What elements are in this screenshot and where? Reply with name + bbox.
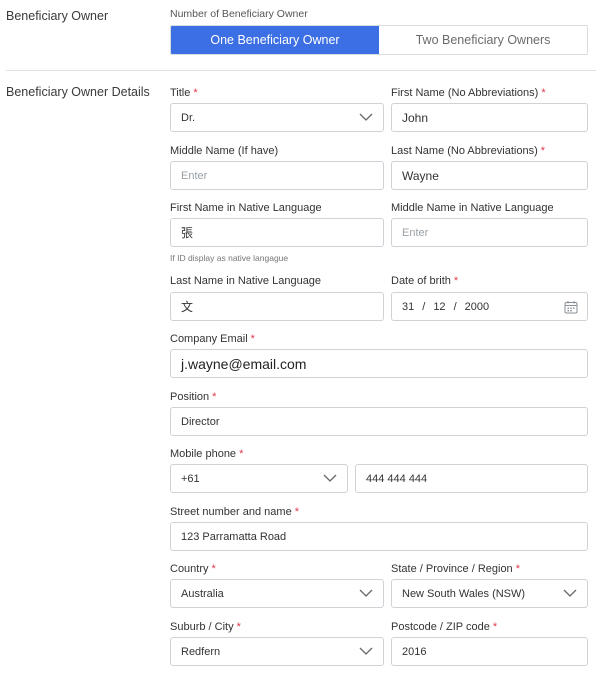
dob-separator: / [422,300,426,313]
chevron-down-icon [359,647,373,655]
required-marker: * [239,448,244,460]
last-name-native-label: Last Name in Native Language [170,275,322,287]
phone-number-value: 444 444 444 [366,472,428,485]
required-marker: * [250,333,255,345]
country-value: Australia [181,587,224,600]
required-marker: * [211,563,216,575]
position-value: Director [181,415,220,428]
dob-year: 2000 [464,300,490,313]
middle-name-placeholder: Enter [181,169,208,182]
first-name-native-input[interactable]: 張 [170,218,384,247]
title-select[interactable]: Dr. [170,103,384,132]
title-value: Dr. [181,111,196,124]
dob-label: Date of brith * [391,275,459,287]
section-label-beneficiary-owner: Beneficiary Owner [6,9,109,23]
required-marker: * [540,145,546,157]
postcode-label: Postcode / ZIP code * [391,621,498,633]
company-email-value: j.wayne@email.com [181,355,307,372]
required-marker: * [453,275,459,287]
last-name-native-value: 文 [181,300,194,314]
street-input[interactable]: 123 Parramatta Road [170,522,588,551]
dob-month: 12 [433,300,446,313]
state-select[interactable]: New South Wales (NSW) [391,579,588,608]
country-code-select[interactable]: +61 [170,464,348,493]
company-email-input[interactable]: j.wayne@email.com [170,349,588,378]
native-language-hint: If ID display as native langague [170,253,289,263]
suburb-value: Redfern [181,645,221,658]
section-label-owner-details: Beneficiary Owner Details [6,85,150,99]
middle-name-native-label: Middle Name in Native Language [391,202,554,214]
position-label: Position * [170,391,217,403]
country-select[interactable]: Australia [170,579,384,608]
first-name-value: John [402,110,429,125]
last-name-value: Wayne [402,168,439,183]
required-marker: * [212,391,217,403]
first-name-label: First Name (No Abbreviations) * [391,87,546,99]
street-label: Street number and name * [170,506,299,518]
dob-separator: / [453,300,457,313]
street-value: 123 Parramatta Road [181,530,287,543]
last-name-native-input[interactable]: 文 [170,292,384,321]
mobile-phone-label: Mobile phone * [170,448,244,460]
one-owner-option[interactable]: One Beneficiary Owner [171,26,379,54]
country-code-value: +61 [181,472,200,485]
calendar-icon[interactable] [564,300,578,314]
owner-count-toggle: One Beneficiary Owner Two Beneficiary Ow… [170,25,588,55]
dob-input[interactable]: 31 / 12 / 2000 [391,292,588,321]
country-label: Country * [170,563,216,575]
middle-name-input[interactable]: Enter [170,161,384,190]
required-marker: * [236,621,241,633]
state-label: State / Province / Region * [391,563,520,575]
middle-name-native-input[interactable]: Enter [391,218,588,247]
section-divider [6,70,596,71]
state-value: New South Wales (NSW) [402,587,526,600]
suburb-label: Suburb / City * [170,621,241,633]
postcode-input[interactable]: 2016 [391,637,588,666]
required-marker: * [492,621,498,633]
first-name-native-label: First Name in Native Language [170,202,322,214]
phone-number-input[interactable]: 444 444 444 [355,464,588,493]
postcode-value: 2016 [402,645,427,658]
chevron-down-icon [359,113,373,121]
title-label: Title * [170,87,198,99]
company-email-label: Company Email * [170,333,255,345]
last-name-input[interactable]: Wayne [391,161,588,190]
chevron-down-icon [563,589,577,597]
suburb-select[interactable]: Redfern [170,637,384,666]
middle-name-native-placeholder: Enter [402,226,429,239]
chevron-down-icon [359,589,373,597]
first-name-native-value: 張 [181,226,194,240]
position-input[interactable]: Director [170,407,588,436]
two-owners-option[interactable]: Two Beneficiary Owners [379,26,587,54]
required-marker: * [515,563,520,575]
first-name-input[interactable]: John [391,103,588,132]
required-marker: * [294,506,299,518]
last-name-label: Last Name (No Abbreviations) * [391,145,546,157]
required-marker: * [541,87,546,99]
chevron-down-icon [323,474,337,482]
number-of-owner-label: Number of Beneficiary Owner [170,8,308,20]
required-marker: * [193,87,198,99]
dob-day: 31 [402,300,415,313]
middle-name-label: Middle Name (If have) [170,145,279,157]
